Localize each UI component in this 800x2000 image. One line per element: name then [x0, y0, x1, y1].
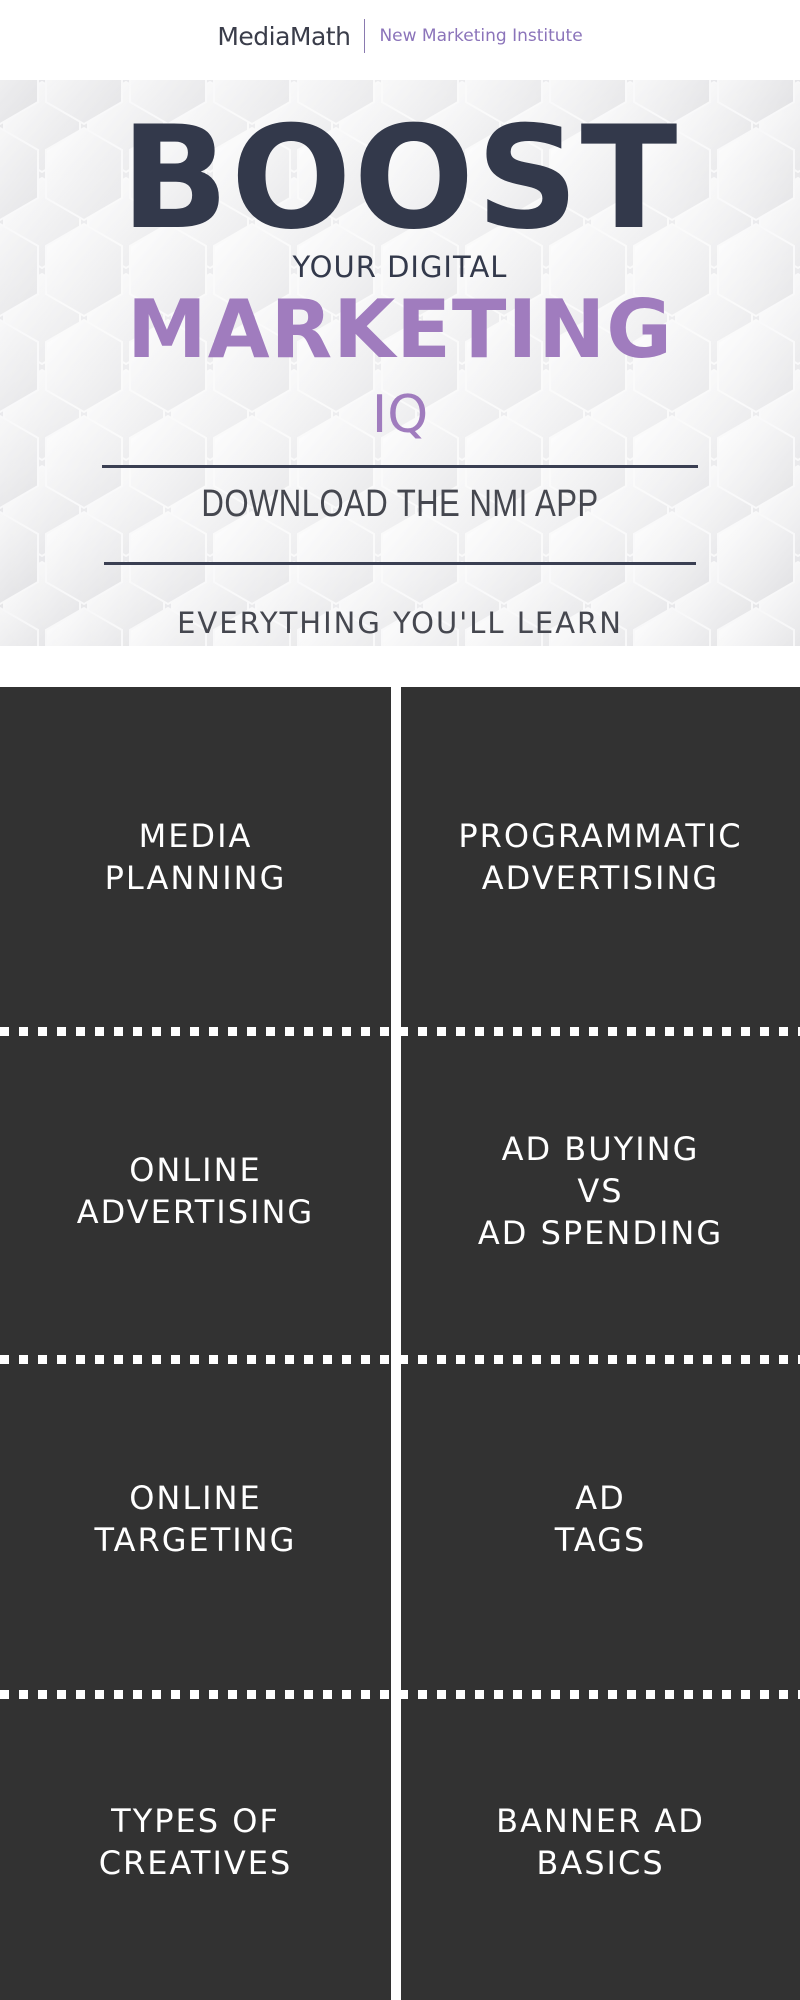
dotted-separator	[0, 1355, 800, 1364]
headline-marketing: MARKETING	[127, 283, 673, 376]
topic-tile: TYPES OF CREATIVES	[98, 1801, 293, 1882]
header-divider	[364, 19, 366, 53]
infographic-page: MediaMath New Marketing Institute BOOST …	[0, 0, 800, 2000]
brand-logo: MediaMath	[217, 21, 351, 51]
topic-tile: BANNER AD BASICS	[496, 1801, 705, 1882]
institute-name: New Marketing Institute	[379, 26, 583, 46]
topics-grid: MEDIA PLANNING ONLINE ADVERTISING ONLINE…	[0, 687, 800, 2000]
topic-tile: ONLINE TARGETING	[94, 1479, 297, 1559]
dotted-separator	[0, 1690, 800, 1699]
topics-column-left: MEDIA PLANNING ONLINE ADVERTISING ONLINE…	[0, 687, 391, 2000]
topic-tile: AD BUYING VS AD SPENDING	[477, 1130, 724, 1252]
header: MediaMath New Marketing Institute	[0, 0, 800, 76]
headline-boost: BOOST	[120, 96, 680, 261]
divider-top	[102, 465, 698, 468]
section-title: EVERYTHING YOU'LL LEARN	[177, 606, 623, 640]
topic-tile: ONLINE ADVERTISING	[76, 1151, 315, 1231]
hero-banner: BOOST YOUR DIGITAL MARKETING IQ DOWNLOAD…	[0, 80, 800, 646]
headline-iq: IQ	[371, 385, 429, 445]
topic-tile: AD TAGS	[554, 1479, 647, 1559]
divider-bottom	[104, 562, 696, 565]
download-app-cta[interactable]: DOWNLOAD THE NMI APP	[72, 483, 728, 526]
topic-tile: MEDIA PLANNING	[104, 817, 287, 897]
topics-column-right: PROGRAMMATIC ADVERTISING AD BUYING VS AD…	[401, 687, 800, 2000]
topic-tile: PROGRAMMATIC ADVERTISING	[458, 817, 743, 897]
subhead-your-digital: YOUR DIGITAL	[292, 250, 508, 284]
dotted-separator	[0, 1027, 800, 1036]
hero-content: BOOST YOUR DIGITAL MARKETING IQ DOWNLOAD…	[0, 80, 800, 646]
